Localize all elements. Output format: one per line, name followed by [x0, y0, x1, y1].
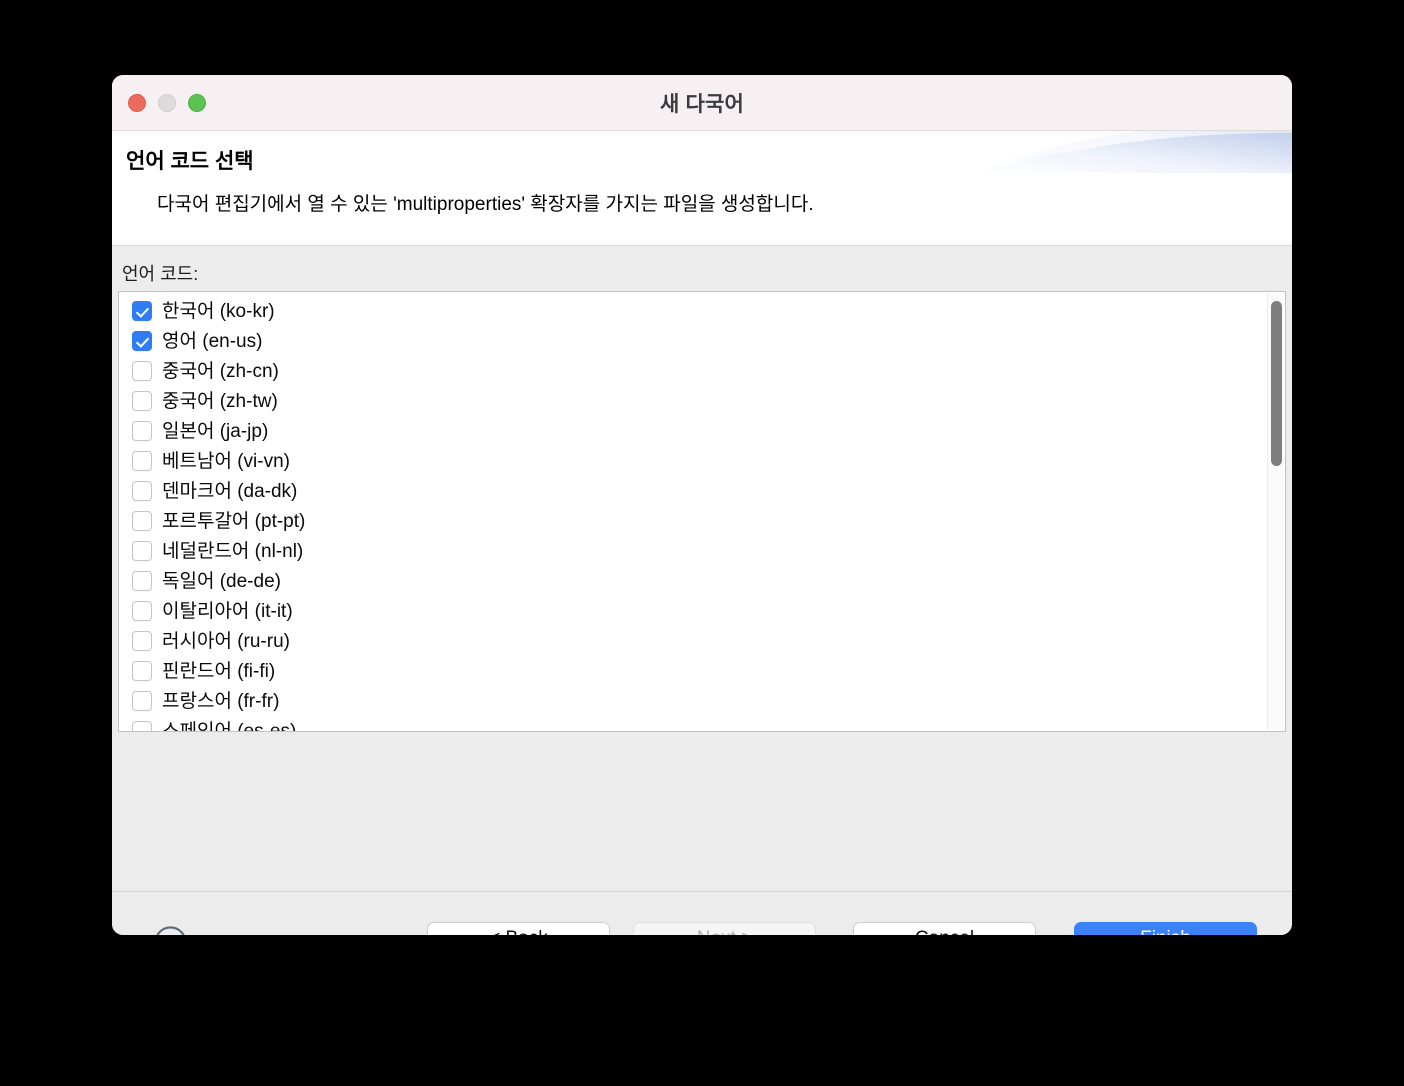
back-button[interactable]: < Back	[427, 922, 610, 935]
page-title: 언어 코드 선택	[126, 150, 254, 173]
language-list-item-label: 독일어 (de-de)	[162, 570, 281, 592]
window-title: 새 다국어	[659, 92, 745, 116]
checkbox-checked-icon[interactable]	[132, 301, 152, 321]
language-list-item[interactable]: 중국어 (zh-cn)	[119, 356, 1285, 386]
language-list-item[interactable]: 덴마크어 (da-dk)	[119, 476, 1285, 506]
window-controls	[128, 75, 206, 130]
language-list-item-label: 중국어 (zh-tw)	[162, 390, 278, 412]
language-list-item[interactable]: 포르투갈어 (pt-pt)	[119, 506, 1285, 536]
language-list-item[interactable]: 핀란드어 (fi-fi)	[119, 656, 1285, 686]
checkbox-unchecked-icon[interactable]	[132, 691, 152, 711]
language-list-item[interactable]: 독일어 (de-de)	[119, 566, 1285, 596]
language-list-item[interactable]: 스페인어 (es-es)	[119, 716, 1285, 732]
dialog-window: 새 다국어 언어 코드 선택 다국어 편집기에서 열 수 있는 'multipr…	[112, 75, 1292, 935]
svg-text:?: ?	[165, 933, 177, 935]
decorative-swoosh-icon	[972, 131, 1292, 173]
language-list-item-label: 이탈리아어 (it-it)	[162, 600, 293, 622]
checkbox-unchecked-icon[interactable]	[132, 601, 152, 621]
language-list-item[interactable]: 프랑스어 (fr-fr)	[119, 686, 1285, 716]
checkbox-unchecked-icon[interactable]	[132, 661, 152, 681]
checkbox-unchecked-icon[interactable]	[132, 511, 152, 531]
help-icon[interactable]: ?	[153, 925, 188, 935]
language-list-item[interactable]: 중국어 (zh-tw)	[119, 386, 1285, 416]
maximize-window-icon[interactable]	[188, 93, 206, 112]
wizard-header-banner: 언어 코드 선택 다국어 편집기에서 열 수 있는 'multiproperti…	[112, 131, 1292, 246]
checkbox-unchecked-icon[interactable]	[132, 481, 152, 501]
language-list-scrollbar[interactable]	[1267, 293, 1284, 730]
language-list-label: 언어 코드:	[122, 264, 199, 284]
language-list-item[interactable]: 네덜란드어 (nl-nl)	[119, 536, 1285, 566]
title-bar: 새 다국어	[112, 75, 1292, 131]
dialog-body: 언어 코드: 한국어 (ko-kr) 영어 (en-us) 중국어 (zh-cn) 중…	[112, 246, 1292, 891]
language-list-item-label: 프랑스어 (fr-fr)	[162, 690, 280, 712]
finish-button[interactable]: Finish	[1074, 922, 1257, 935]
checkbox-unchecked-icon[interactable]	[132, 631, 152, 651]
next-button[interactable]: Next >	[633, 922, 816, 935]
language-list-item[interactable]: 한국어 (ko-kr)	[119, 296, 1285, 326]
cancel-button[interactable]: Cancel	[853, 922, 1036, 935]
language-list[interactable]: 한국어 (ko-kr) 영어 (en-us) 중국어 (zh-cn) 중국어 (zh-…	[119, 292, 1285, 732]
checkbox-unchecked-icon[interactable]	[132, 721, 152, 731]
language-list-item-label: 네덜란드어 (nl-nl)	[162, 540, 304, 562]
language-list-container: 한국어 (ko-kr) 영어 (en-us) 중국어 (zh-cn) 중국어 (zh-…	[118, 291, 1286, 732]
checkbox-unchecked-icon[interactable]	[132, 541, 152, 561]
language-list-item[interactable]: 영어 (en-us)	[119, 326, 1285, 356]
language-list-item[interactable]: 러시아어 (ru-ru)	[119, 626, 1285, 656]
checkbox-unchecked-icon[interactable]	[132, 421, 152, 441]
checkbox-unchecked-icon[interactable]	[132, 361, 152, 381]
language-list-item-label: 중국어 (zh-cn)	[162, 360, 279, 382]
scrollbar-thumb[interactable]	[1271, 301, 1282, 466]
language-list-item-label: 핀란드어 (fi-fi)	[162, 660, 276, 682]
language-list-item-label: 러시아어 (ru-ru)	[162, 630, 290, 652]
language-list-item-label: 스페인어 (es-es)	[162, 720, 297, 732]
checkbox-checked-icon[interactable]	[132, 331, 152, 351]
language-list-item-label: 덴마크어 (da-dk)	[162, 480, 298, 502]
minimize-window-icon[interactable]	[158, 93, 176, 112]
language-list-item[interactable]: 베트남어 (vi-vn)	[119, 446, 1285, 476]
checkbox-unchecked-icon[interactable]	[132, 451, 152, 471]
language-list-item[interactable]: 이탈리아어 (it-it)	[119, 596, 1285, 626]
language-list-item-label: 한국어 (ko-kr)	[162, 300, 275, 322]
language-list-item-label: 영어 (en-us)	[162, 330, 263, 352]
dialog-footer: ? < Back Next > Cancel Finish	[112, 891, 1292, 935]
page-description: 다국어 편집기에서 열 수 있는 'multiproperties' 확장자를 …	[157, 194, 814, 215]
language-list-item[interactable]: 일본어 (ja-jp)	[119, 416, 1285, 446]
language-list-item-label: 일본어 (ja-jp)	[162, 420, 269, 442]
checkbox-unchecked-icon[interactable]	[132, 571, 152, 591]
checkbox-unchecked-icon[interactable]	[132, 391, 152, 411]
close-window-icon[interactable]	[128, 93, 146, 112]
language-list-item-label: 베트남어 (vi-vn)	[162, 450, 290, 472]
language-list-item-label: 포르투갈어 (pt-pt)	[162, 510, 306, 532]
